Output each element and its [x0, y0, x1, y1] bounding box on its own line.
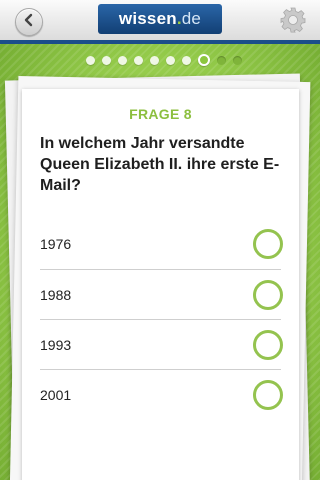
chevron-left-icon: [22, 13, 36, 32]
radio-circle-icon[interactable]: [253, 279, 283, 310]
answer-options: 1976 1988 1993 2001: [22, 219, 299, 419]
progress-dot: [233, 55, 242, 65]
settings-button[interactable]: [279, 7, 307, 38]
top-bar: wissen. de: [0, 0, 320, 44]
progress-dot: [134, 55, 143, 65]
progress-dot: [182, 55, 191, 65]
question-progress-dots: [0, 54, 320, 66]
logo-tld: de: [181, 9, 202, 28]
question-card: FRAGE 8 In welchem Jahr versandte Queen …: [22, 89, 299, 480]
answer-label: 1976: [40, 236, 72, 252]
progress-dot: [166, 55, 175, 65]
gear-icon: [280, 7, 306, 38]
answer-option-3[interactable]: 1993: [40, 319, 283, 369]
answer-label: 1993: [40, 336, 72, 353]
question-text: In welchem Jahr versandte Queen Elizabet…: [40, 135, 280, 194]
progress-dot: [86, 55, 95, 65]
radio-circle-icon[interactable]: [253, 329, 283, 360]
logo-name: wissen: [118, 9, 177, 28]
answer-option-1[interactable]: 1976: [40, 219, 283, 269]
progress-dot-current: [198, 54, 210, 66]
wissen-de-logo: wissen. de: [98, 4, 222, 34]
back-button[interactable]: [15, 8, 43, 36]
progress-dot: [102, 55, 111, 65]
answer-label: 1988: [40, 286, 72, 303]
answer-label: 2001: [40, 386, 72, 403]
radio-circle-icon[interactable]: [253, 379, 283, 410]
progress-dot: [118, 55, 127, 65]
progress-dot: [150, 55, 159, 65]
progress-dot: [217, 55, 226, 65]
radio-circle-icon[interactable]: [253, 229, 283, 259]
question-number: FRAGE 8: [129, 106, 192, 122]
answer-option-2[interactable]: 1988: [40, 269, 283, 319]
answer-option-4[interactable]: 2001: [40, 369, 283, 419]
